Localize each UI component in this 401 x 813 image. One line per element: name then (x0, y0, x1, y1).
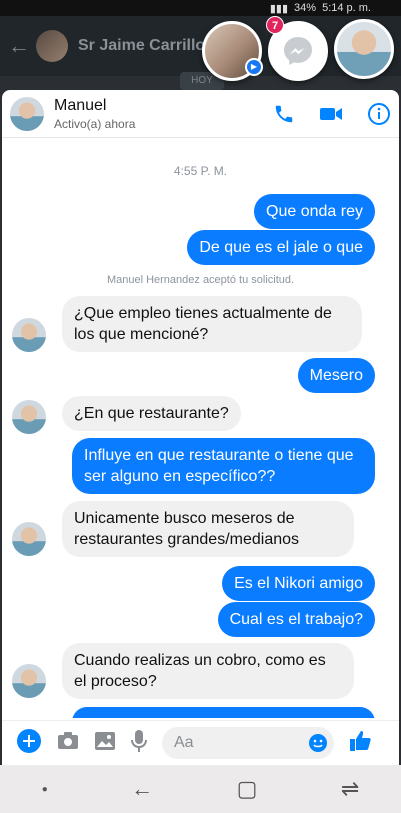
back-arrow-icon[interactable]: ← (131, 776, 153, 802)
phone-icon[interactable] (273, 103, 295, 130)
like-icon[interactable] (348, 729, 372, 758)
chat-window: Manuel Activo(a) ahora 4:55 P. M. Que on… (2, 90, 399, 765)
message-outgoing[interactable]: Mesero (297, 358, 375, 393)
camera-icon[interactable] (56, 730, 80, 757)
signal-icon: ▮▮▮ (269, 2, 289, 15)
contact-name[interactable]: Manuel (54, 97, 135, 115)
message-input-placeholder: Aa (174, 734, 194, 751)
mic-icon[interactable] (130, 729, 148, 758)
nav-dot-icon: ● (41, 783, 48, 795)
avatar (12, 664, 46, 698)
avatar[interactable] (10, 96, 44, 131)
message-incoming[interactable]: Cuando realizas un cobro, como es el pro… (62, 643, 354, 699)
chat-header: Manuel Activo(a) ahora (2, 90, 399, 138)
timestamp: 4:55 P. M. (173, 164, 228, 178)
home-icon[interactable]: ▢ (237, 776, 258, 802)
emoji-icon[interactable] (308, 733, 328, 758)
system-nav-bar: ● ← ▢ ⇌ (0, 765, 401, 813)
message-incoming[interactable]: Unicamente busco meseros de restaurantes… (62, 501, 354, 557)
composer: Aa (2, 720, 399, 765)
play-icon: ▶ (245, 58, 263, 76)
message-outgoing[interactable]: Cual es el trabajo? (217, 602, 375, 637)
message-list[interactable]: 4:55 P. M. Que onda rey De que es el jal… (2, 138, 399, 718)
message-outgoing[interactable]: De que es el jale o que (187, 230, 375, 265)
unread-badge: 7 (266, 16, 284, 34)
message-outgoing-partial[interactable] (72, 707, 375, 718)
avatar (12, 522, 46, 556)
chat-head-manuel[interactable] (334, 19, 394, 79)
video-icon[interactable] (319, 103, 343, 130)
message-outgoing[interactable]: Es el Nikori amigo (222, 566, 375, 601)
battery-level: 34% (294, 2, 317, 14)
image-icon[interactable] (94, 730, 116, 757)
contact-status: Activo(a) ahora (54, 116, 136, 131)
avatar (36, 30, 68, 62)
clock: 5:14 p. m. (322, 2, 371, 14)
chat-head-couple[interactable]: ▶ (202, 21, 263, 81)
plus-icon[interactable] (16, 728, 42, 759)
background-chat-title: Sr Jaime Carrillo (78, 37, 206, 54)
message-incoming[interactable]: ¿Que empleo tienes actualmente de los qu… (62, 296, 362, 352)
message-outgoing[interactable]: Influye en que restaurante o tiene que s… (72, 438, 375, 494)
message-incoming[interactable]: ¿En que restaurante? (62, 396, 241, 431)
messenger-icon (284, 37, 312, 65)
message-outgoing[interactable]: Que onda rey (254, 194, 375, 229)
status-bar: ▮▮▮ 34% 5:14 p. m. (0, 0, 401, 16)
info-icon[interactable] (367, 102, 391, 131)
avatar (12, 318, 46, 352)
message-input[interactable]: Aa (162, 727, 334, 759)
avatar (12, 400, 46, 434)
recents-icon[interactable]: ⇌ (341, 776, 359, 802)
back-arrow-icon: ← (8, 33, 30, 58)
system-note: Manuel Hernandez aceptó tu solicitud. (106, 274, 295, 286)
